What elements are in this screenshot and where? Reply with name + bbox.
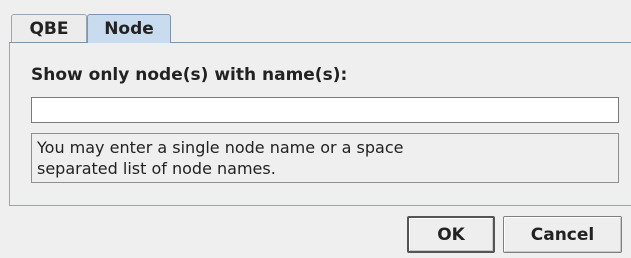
tab-qbe[interactable]: QBE bbox=[11, 14, 87, 43]
cancel-button[interactable]: Cancel bbox=[503, 216, 622, 253]
ok-button[interactable]: OK bbox=[407, 216, 495, 253]
node-filter-hint: You may enter a single node name or a sp… bbox=[31, 133, 619, 183]
node-filter-heading: Show only node(s) with name(s): bbox=[31, 65, 348, 85]
tab-node[interactable]: Node bbox=[87, 14, 171, 43]
node-name-input[interactable] bbox=[31, 97, 619, 123]
hint-line-2: separated list of node names. bbox=[37, 159, 276, 178]
hint-line-1: You may enter a single node name or a sp… bbox=[37, 138, 404, 157]
